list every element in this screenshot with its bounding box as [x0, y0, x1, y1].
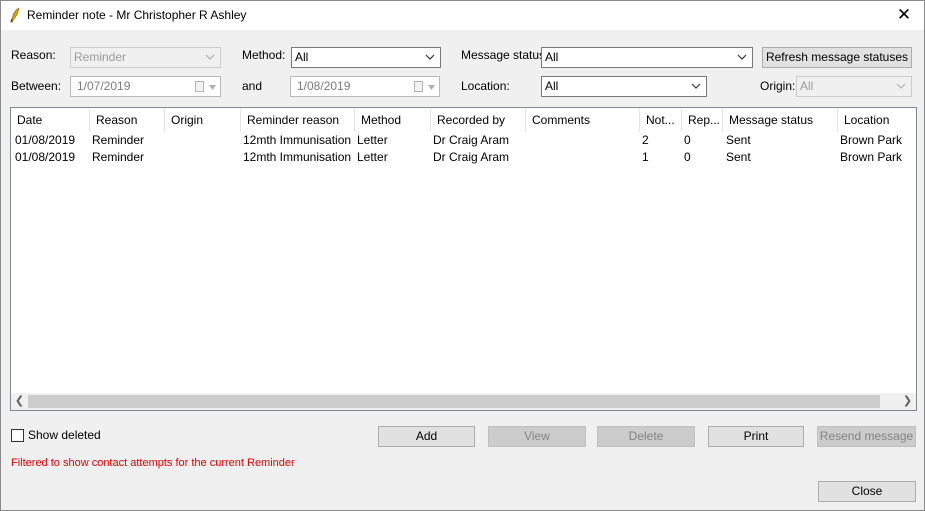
show-deleted-checkbox[interactable] — [11, 429, 24, 442]
cell-recorded-by: Dr Craig Aram — [433, 150, 510, 164]
cell-reason: Reminder — [92, 133, 145, 147]
column-header-location[interactable]: Location — [838, 108, 916, 132]
filter-note: Filtered to show contact attempts for th… — [11, 457, 295, 469]
between-to-date-picker[interactable]: 1/08/2019 — [290, 76, 440, 97]
column-header-comments[interactable]: Comments — [526, 108, 640, 132]
contact-attempts-table[interactable]: Date Reason Origin Reminder reason Metho… — [10, 107, 917, 411]
chevron-down-icon — [691, 83, 701, 89]
chevron-down-icon — [209, 85, 216, 90]
column-header-method[interactable]: Method — [355, 108, 431, 132]
refresh-message-statuses-button[interactable]: Refresh message statuses — [762, 47, 912, 68]
print-button[interactable]: Print — [708, 426, 804, 447]
method-value: All — [295, 50, 309, 64]
message-status-dropdown[interactable]: All — [541, 47, 753, 68]
cell-reason: Reminder — [92, 150, 145, 164]
table-row[interactable]: 01/08/2019 Reminder 12mth Immunisation L… — [11, 149, 916, 166]
cell-method: Letter — [357, 150, 388, 164]
reason-label: Reason: — [11, 48, 56, 62]
reason-value: Reminder — [74, 50, 127, 64]
cell-recorded-by: Dr Craig Aram — [433, 133, 510, 147]
column-header-replies[interactable]: Rep... — [682, 108, 723, 132]
cell-replies: 0 — [684, 150, 691, 164]
window-title: Reminder note - Mr Christopher R Ashley — [27, 8, 247, 22]
resend-message-button[interactable]: Resend message — [817, 426, 916, 447]
location-value: All — [545, 79, 559, 93]
column-header-date[interactable]: Date — [11, 108, 90, 132]
chevron-down-icon — [428, 85, 435, 90]
scrollbar-thumb[interactable] — [28, 395, 880, 408]
and-label: and — [242, 79, 263, 93]
table-row[interactable]: 01/08/2019 Reminder 12mth Immunisation L… — [11, 132, 916, 149]
cell-notified: 2 — [642, 133, 649, 147]
scroll-left-icon[interactable]: ❮ — [11, 393, 28, 410]
column-header-message-status[interactable]: Message status — [723, 108, 838, 132]
calendar-icon — [414, 81, 423, 92]
cell-notified: 1 — [642, 150, 649, 164]
close-button[interactable]: Close — [818, 481, 916, 502]
calendar-icon — [195, 81, 204, 92]
reason-dropdown[interactable]: Reminder — [70, 47, 221, 68]
cell-message-status: Sent — [726, 133, 751, 147]
between-label: Between: — [11, 79, 62, 93]
show-deleted-label[interactable]: Show deleted — [28, 428, 101, 442]
close-icon[interactable]: ✕ — [884, 1, 924, 30]
between-from-date-picker[interactable]: 1/07/2019 — [70, 76, 221, 97]
column-header-notified[interactable]: Not... — [640, 108, 682, 132]
chevron-down-icon — [205, 54, 215, 60]
cell-date: 01/08/2019 — [15, 133, 76, 147]
cell-location: Brown Park — [840, 150, 903, 164]
column-header-origin[interactable]: Origin — [165, 108, 241, 132]
message-status-value: All — [545, 50, 559, 64]
cell-method: Letter — [357, 133, 388, 147]
cell-replies: 0 — [684, 133, 691, 147]
column-header-reason[interactable]: Reason — [90, 108, 165, 132]
cell-location: Brown Park — [840, 133, 903, 147]
message-status-label: Message status: — [461, 48, 549, 62]
column-header-reminder-reason[interactable]: Reminder reason — [241, 108, 355, 132]
title-bar: Reminder note - Mr Christopher R Ashley … — [1, 1, 924, 30]
column-header-recorded-by[interactable]: Recorded by — [431, 108, 526, 132]
scroll-right-icon[interactable]: ❯ — [899, 393, 916, 410]
cell-reminder-reason: 12mth Immunisation — [243, 133, 352, 147]
cell-reminder-reason: 12mth Immunisation — [243, 150, 352, 164]
cell-message-status: Sent — [726, 150, 751, 164]
cell-date: 01/08/2019 — [15, 150, 76, 164]
location-dropdown[interactable]: All — [541, 76, 707, 97]
add-button[interactable]: Add — [378, 426, 475, 447]
location-label: Location: — [461, 79, 510, 93]
method-dropdown[interactable]: All — [291, 47, 441, 68]
chevron-down-icon — [737, 54, 747, 60]
reminder-note-window: Reminder note - Mr Christopher R Ashley … — [0, 0, 925, 511]
table-header: Date Reason Origin Reminder reason Metho… — [11, 108, 916, 132]
quill-icon — [10, 7, 20, 23]
origin-label: Origin: — [760, 79, 796, 93]
origin-dropdown[interactable]: All — [796, 76, 912, 97]
chevron-down-icon — [896, 83, 906, 89]
between-from-value: 1/07/2019 — [77, 79, 131, 93]
method-label: Method: — [242, 48, 286, 62]
view-button[interactable]: View — [488, 426, 586, 447]
chevron-down-icon — [425, 54, 435, 60]
origin-value: All — [800, 79, 814, 93]
between-to-value: 1/08/2019 — [297, 79, 351, 93]
horizontal-scrollbar[interactable]: ❮ ❯ — [11, 393, 916, 410]
delete-button[interactable]: Delete — [597, 426, 695, 447]
